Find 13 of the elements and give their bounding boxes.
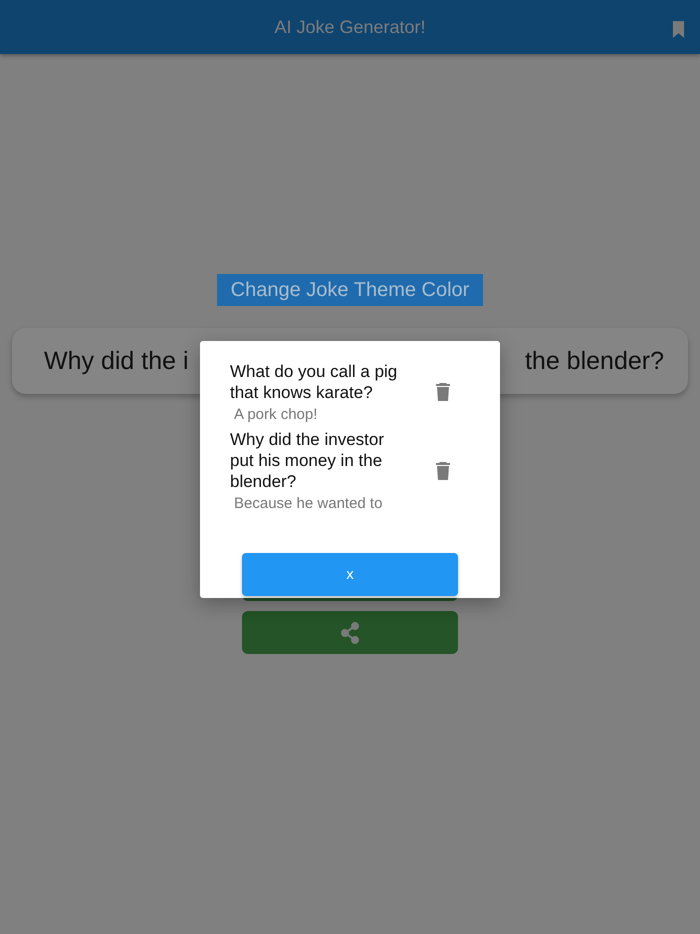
bookmark-icon[interactable]	[672, 21, 685, 38]
joke-answer: Because he wanted to	[233, 495, 384, 512]
delete-icon[interactable]	[436, 462, 450, 480]
joke-question: Why did the investor put his money in the blender?	[230, 429, 386, 492]
theme-color-button[interactable]: Change Joke Theme Color	[216, 274, 484, 306]
delete-icon[interactable]	[436, 383, 450, 401]
app-title: AI Joke Generator!	[274, 16, 426, 38]
joke-question: What do you call a pig that knows karate?	[230, 361, 398, 403]
joke-text: Why did the i	[44, 346, 189, 376]
joke-text: the blender?	[524, 346, 664, 376]
share-icon	[340, 622, 360, 644]
close-button[interactable]: x	[242, 553, 458, 596]
joke-answer: A pork chop!	[233, 406, 318, 423]
